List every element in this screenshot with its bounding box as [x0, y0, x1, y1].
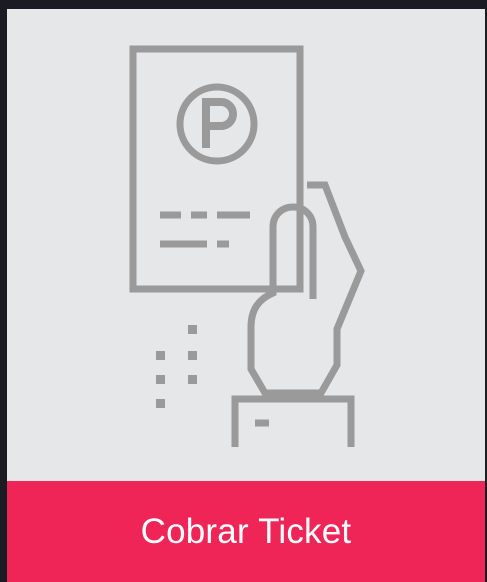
action-label-bar[interactable]: Cobrar Ticket: [7, 481, 485, 582]
cobrar-ticket-tile[interactable]: Cobrar Ticket: [7, 9, 485, 582]
sleeve-shape: [231, 395, 355, 447]
parking-letter: [202, 98, 237, 148]
cobrar-ticket-label: Cobrar Ticket: [140, 511, 352, 551]
parking-ticket-hand-icon: [7, 9, 485, 481]
